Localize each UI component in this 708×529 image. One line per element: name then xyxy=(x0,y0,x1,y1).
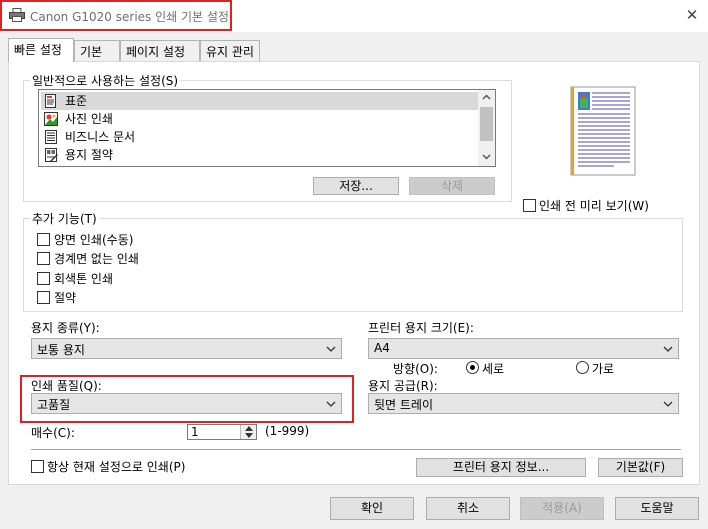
list-item[interactable]: 비즈니스 문서 xyxy=(41,128,479,146)
paper-size-select[interactable]: A4 xyxy=(368,338,679,359)
list-item[interactable]: 용지 절약 xyxy=(41,146,479,164)
orientation-label: 방향(O): xyxy=(393,362,438,376)
economy-label: 절약 xyxy=(54,291,77,305)
list-scrollbar[interactable] xyxy=(478,90,495,166)
chevron-down-icon xyxy=(326,401,336,407)
landscape-radio[interactable] xyxy=(576,361,589,374)
common-settings-label: 일반적으로 사용하는 설정(S) xyxy=(30,72,181,89)
portrait-radio[interactable] xyxy=(466,361,479,374)
media-type-select[interactable]: 보통 용지 xyxy=(31,338,342,359)
tab-main[interactable]: 기본 xyxy=(74,40,120,61)
grayscale-checkbox[interactable] xyxy=(37,272,50,285)
printer-paper-info-button[interactable]: 프린터 용지 정보... xyxy=(416,458,586,477)
paper-source-value: 뒷면 트레이 xyxy=(374,398,434,412)
print-quality-label: 인쇄 품질(Q): xyxy=(31,379,102,393)
business-doc-icon xyxy=(45,130,57,144)
copies-spinbox[interactable]: 1 xyxy=(187,424,257,440)
duplex-label: 양면 인쇄(수동) xyxy=(54,233,134,247)
defaults-button[interactable]: 기본값(F) xyxy=(598,458,683,477)
print-quality-value: 고품질 xyxy=(37,398,71,412)
paper-source-select[interactable]: 뒷면 트레이 xyxy=(368,393,679,414)
list-item[interactable]: 표준 xyxy=(41,92,479,110)
photo-print-icon xyxy=(44,112,58,126)
copies-label: 매수(C): xyxy=(31,426,75,440)
apply-button[interactable]: 적용(A) xyxy=(520,497,604,520)
copies-spin-buttons[interactable] xyxy=(240,425,256,439)
print-preview-checkbox[interactable] xyxy=(523,199,536,212)
common-settings-list[interactable]: 표준 사진 인쇄 비즈니스 문서 용지 절약 xyxy=(38,89,496,167)
scroll-down-icon[interactable] xyxy=(482,154,491,160)
scroll-thumb[interactable] xyxy=(480,107,493,141)
ok-button[interactable]: 확인 xyxy=(330,497,414,520)
delete-button[interactable]: 삭제 xyxy=(409,177,495,195)
grayscale-label: 회색톤 인쇄 xyxy=(54,272,114,286)
cancel-button[interactable]: 취소 xyxy=(426,497,510,520)
save-button[interactable]: 저장... xyxy=(313,177,399,195)
chevron-down-icon xyxy=(663,401,673,407)
divider xyxy=(31,449,681,450)
paper-source-label: 용지 공급(R): xyxy=(368,379,438,393)
chevron-down-icon xyxy=(326,346,336,352)
print-preview-label: 인쇄 전 미리 보기(W) xyxy=(539,199,649,213)
additional-features-label: 추가 기능(T) xyxy=(30,210,99,227)
standard-doc-icon xyxy=(45,94,56,108)
radio-selected-dot xyxy=(470,365,475,370)
economy-checkbox[interactable] xyxy=(37,291,50,304)
tab-maintenance[interactable]: 유지 관리 xyxy=(200,40,260,61)
media-type-label: 용지 종류(Y): xyxy=(31,321,100,335)
tab-quick-setup[interactable]: 빠른 설정 xyxy=(8,38,74,62)
page-preview-image xyxy=(570,86,636,176)
help-button[interactable]: 도움말 xyxy=(615,497,699,520)
list-item-label: 표준 xyxy=(65,94,88,108)
media-type-value: 보통 용지 xyxy=(37,343,85,357)
always-print-label: 항상 현재 설정으로 인쇄(P) xyxy=(47,460,186,474)
paper-size-value: A4 xyxy=(374,341,390,355)
scroll-up-icon[interactable] xyxy=(482,94,491,100)
landscape-label: 가로 xyxy=(592,362,615,376)
list-item-label: 비즈니스 문서 xyxy=(65,130,136,144)
title-highlight-box xyxy=(0,0,232,31)
paper-saving-icon xyxy=(45,148,58,162)
list-item-label: 사진 인쇄 xyxy=(65,112,113,126)
spin-down-icon[interactable] xyxy=(245,433,253,438)
print-quality-select[interactable]: 고품질 xyxy=(31,393,342,414)
borderless-label: 경계면 없는 인쇄 xyxy=(54,252,139,266)
portrait-label: 세로 xyxy=(482,362,505,376)
copies-range: (1-999) xyxy=(265,424,310,438)
copies-value: 1 xyxy=(191,425,199,439)
list-item-label: 용지 절약 xyxy=(65,148,113,162)
chevron-down-icon xyxy=(663,346,673,352)
always-print-checkbox[interactable] xyxy=(31,460,44,473)
borderless-checkbox[interactable] xyxy=(37,252,50,265)
paper-size-label: 프린터 용지 크기(E): xyxy=(368,321,474,335)
list-item[interactable]: 사진 인쇄 xyxy=(41,110,479,128)
duplex-checkbox[interactable] xyxy=(37,233,50,246)
tab-page-setup[interactable]: 페이지 설정 xyxy=(120,40,200,61)
spin-up-icon[interactable] xyxy=(245,426,253,431)
close-icon[interactable]: ✕ xyxy=(684,6,700,24)
